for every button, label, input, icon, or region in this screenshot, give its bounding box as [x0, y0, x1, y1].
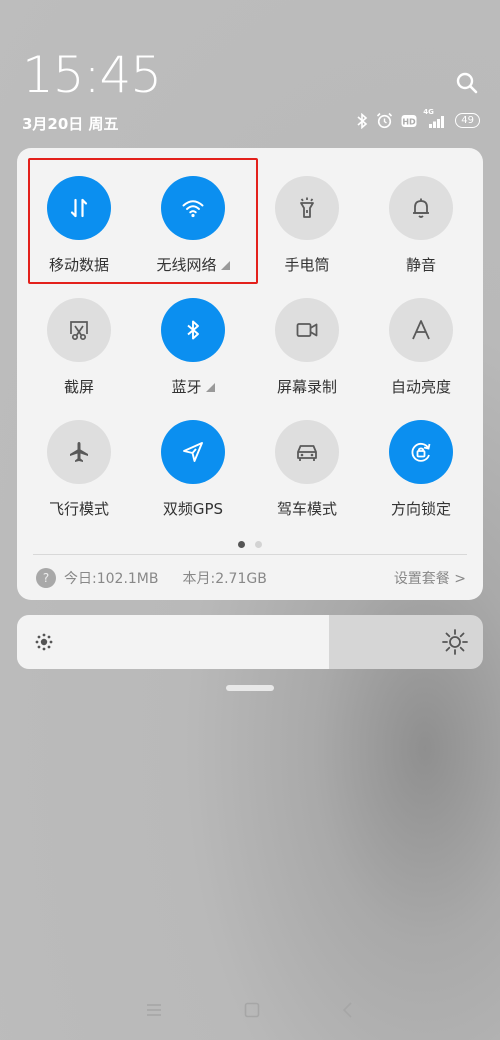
toggle-label: 方向锁定 — [391, 498, 451, 519]
toggle-label: 静音 — [406, 254, 436, 275]
toggle-label: 手电筒 — [284, 254, 329, 275]
toggle-label: 截屏 — [64, 376, 94, 397]
bluetooth-status-icon — [356, 112, 368, 129]
toggle-label: 自动亮度 — [391, 376, 451, 397]
usage-month: 本月:2.71GB — [182, 571, 267, 587]
toggle-label: 双频GPS — [163, 498, 223, 519]
toggle-screenshot[interactable]: 截屏 — [22, 298, 136, 408]
usage-today: 今日:102.1MB — [64, 571, 159, 587]
bluetooth-icon[interactable] — [161, 298, 225, 362]
bell-icon[interactable] — [389, 176, 453, 240]
search-icon[interactable] — [455, 71, 479, 95]
toggle-label-text: 移动数据 — [48, 256, 109, 274]
car-icon[interactable] — [275, 420, 339, 484]
divider — [33, 554, 467, 555]
brightness-slider[interactable] — [17, 615, 483, 669]
toggle-label: 驾车模式 — [277, 498, 337, 519]
airplane-icon[interactable] — [47, 420, 111, 484]
flashlight-icon[interactable] — [275, 176, 339, 240]
status-bar-icons: HD 4G 49 — [356, 108, 480, 129]
brightness-high-icon — [441, 628, 469, 660]
toggle-mobile-data[interactable]: 移动数据 — [22, 176, 136, 286]
toggle-auto-brightness[interactable]: 自动亮度 — [364, 298, 478, 408]
signal-icon: 4G — [423, 108, 447, 128]
toggle-label: 无线网络 — [156, 254, 230, 275]
toggle-label-text: 无线网络 — [156, 256, 217, 274]
toggle-label: 移动数据 — [49, 254, 109, 275]
hd-icon: HD — [401, 114, 417, 128]
brightness-low-icon — [33, 631, 55, 657]
back-icon[interactable] — [341, 1001, 355, 1019]
toggle-label-text: 截屏 — [63, 378, 94, 396]
wifi-icon[interactable] — [161, 176, 225, 240]
toggle-label-text: 蓝牙 — [171, 378, 202, 396]
set-plan-link[interactable]: 设置套餐 > — [394, 568, 466, 588]
gps-icon[interactable] — [161, 420, 225, 484]
toggle-car[interactable]: 驾车模式 — [250, 420, 364, 530]
home-icon[interactable] — [243, 1001, 261, 1019]
toggle-label: 蓝牙 — [171, 376, 215, 397]
page-indicator — [17, 541, 483, 548]
data-usage: ? 今日:102.1MB 本月:2.71GB — [36, 568, 267, 588]
menu-icon[interactable] — [145, 1002, 163, 1018]
clock-date: 3月20日 周五 — [22, 115, 119, 133]
toggle-wifi[interactable]: 无线网络 — [136, 176, 250, 286]
battery-indicator: 49 — [455, 113, 480, 128]
toggle-label: 屏幕录制 — [277, 376, 337, 397]
alarm-icon — [376, 112, 393, 129]
quick-settings-panel: 移动数据 无线网络 手电筒 静音截屏 蓝牙 屏幕录制 自动亮度飞行模式 双频GPS 驾车模式 方向… — [17, 148, 483, 600]
svg-text:HD: HD — [403, 117, 417, 126]
toggle-gps[interactable]: 双频GPS — [136, 420, 250, 530]
toggle-rotation-lock[interactable]: 方向锁定 — [364, 420, 478, 530]
navigation-bar — [0, 985, 500, 1035]
toggle-screen-record[interactable]: 屏幕录制 — [250, 298, 364, 408]
toggle-label-text: 静音 — [405, 256, 436, 274]
toggle-label-text: 方向锁定 — [390, 500, 451, 518]
brightness-level-fill — [17, 615, 330, 669]
page-dot-1[interactable] — [238, 541, 245, 548]
toggle-airplane[interactable]: 飞行模式 — [22, 420, 136, 530]
mobile-data-icon[interactable] — [47, 176, 111, 240]
panel-drag-handle[interactable] — [226, 685, 274, 691]
expand-corner-icon[interactable] — [205, 383, 215, 392]
toggle-bell[interactable]: 静音 — [364, 176, 478, 286]
toggle-label: 飞行模式 — [49, 498, 109, 519]
expand-corner-icon[interactable] — [220, 261, 230, 270]
rotation-lock-icon[interactable] — [389, 420, 453, 484]
toggle-label-text: 双频GPS — [162, 500, 224, 518]
toggle-flashlight[interactable]: 手电筒 — [250, 176, 364, 286]
auto-brightness-icon[interactable] — [389, 298, 453, 362]
toggle-label-text: 驾车模式 — [276, 500, 337, 518]
toggle-label-text: 自动亮度 — [390, 378, 451, 396]
help-icon[interactable]: ? — [36, 568, 56, 588]
toggle-label-text: 飞行模式 — [48, 500, 109, 518]
clock-time: 15:45 — [22, 46, 162, 104]
toggle-label-text: 屏幕录制 — [276, 378, 337, 396]
toggle-label-text: 手电筒 — [284, 256, 330, 274]
page-dot-2[interactable] — [255, 541, 262, 548]
screen-record-icon[interactable] — [275, 298, 339, 362]
network-type-label: 4G — [423, 107, 434, 116]
screenshot-icon[interactable] — [47, 298, 111, 362]
toggle-bluetooth[interactable]: 蓝牙 — [136, 298, 250, 408]
